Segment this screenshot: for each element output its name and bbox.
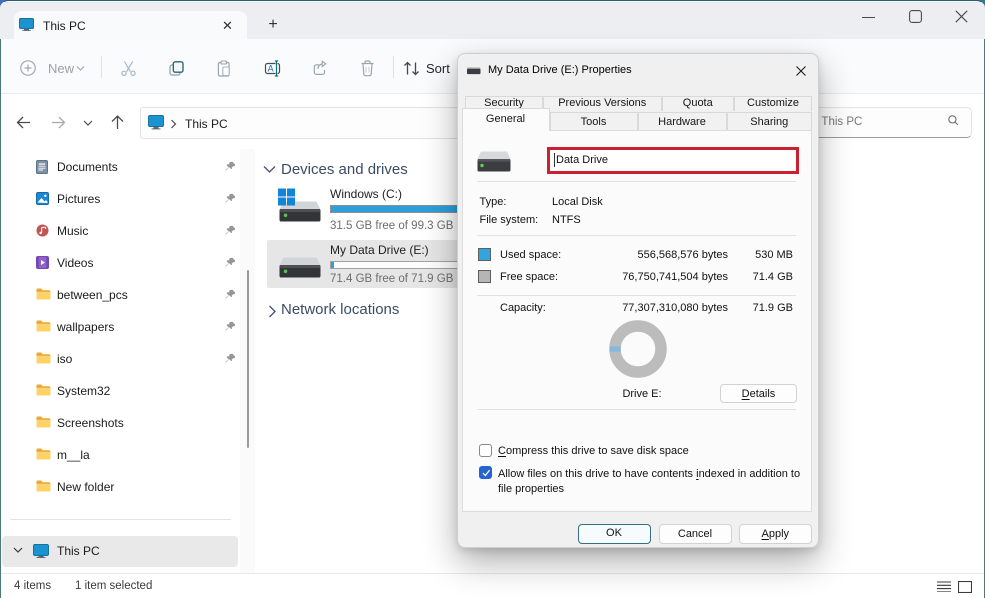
svg-text:A: A: [268, 64, 274, 74]
